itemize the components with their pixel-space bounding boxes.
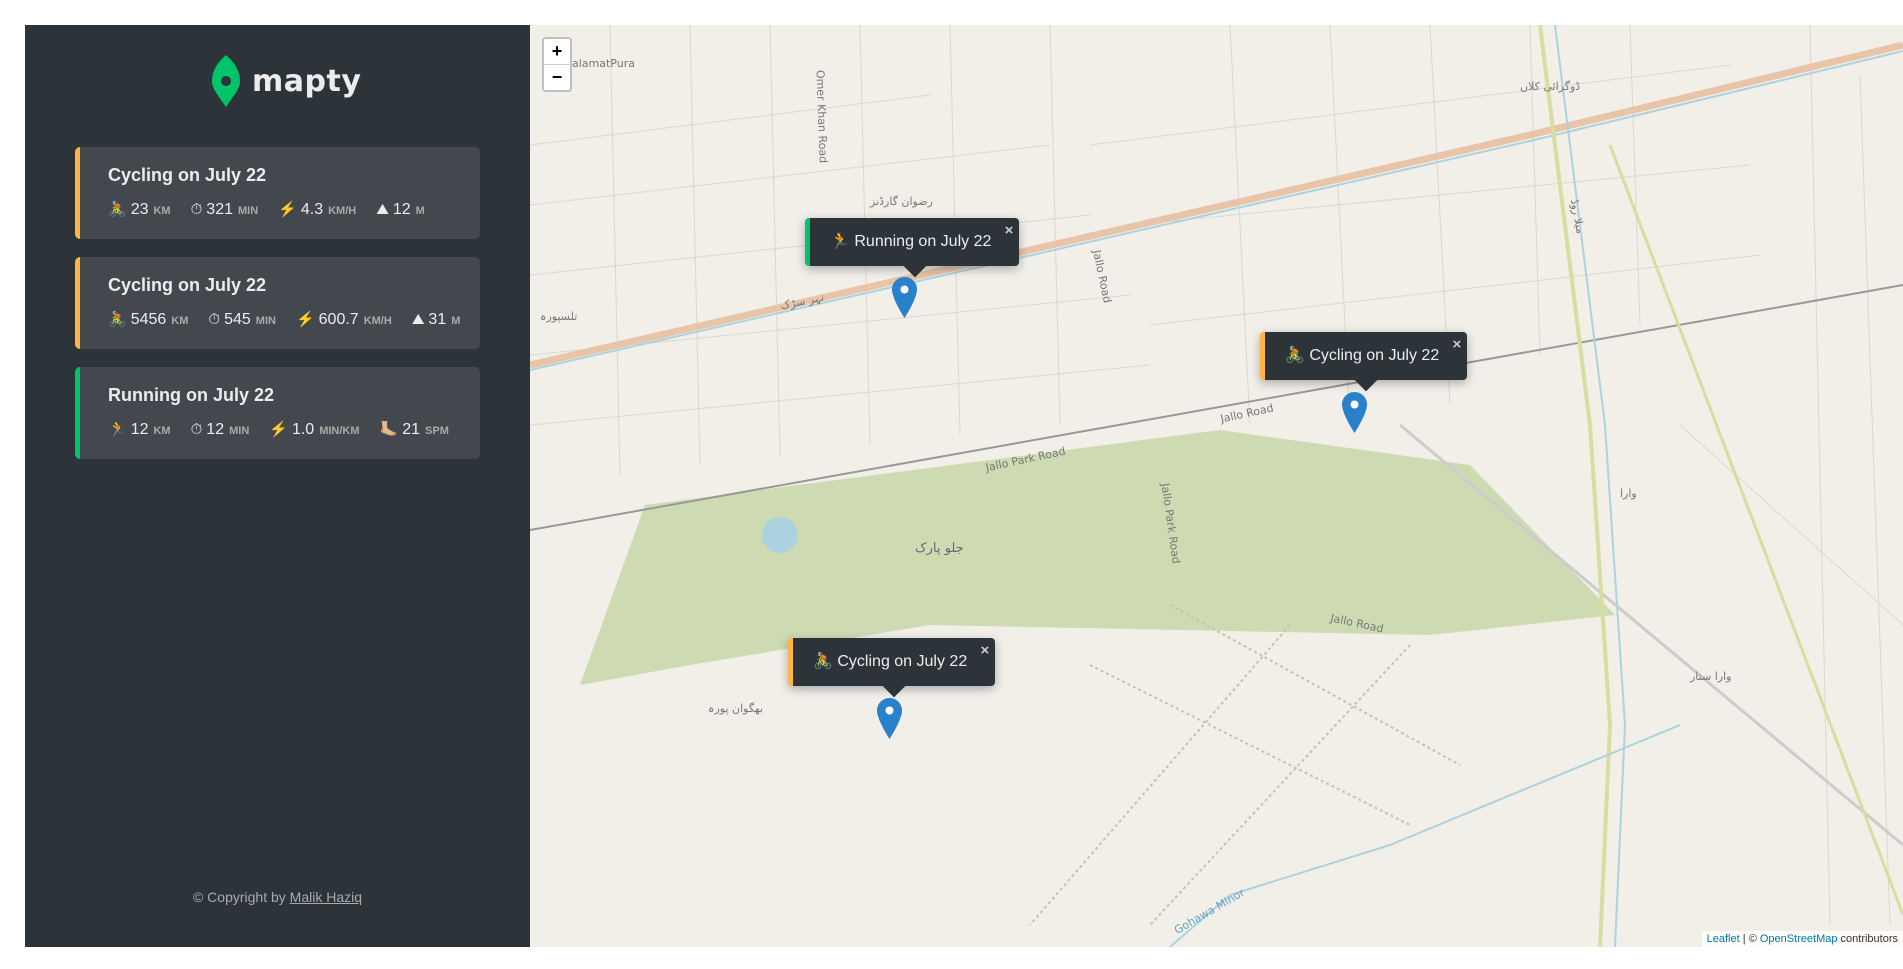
speed-value: 4.3	[300, 201, 324, 218]
map-label: بھگوان پورہ	[708, 702, 764, 715]
popup-label: Cycling on July 22	[837, 653, 968, 670]
map-label: رضوان گارڈنز	[870, 195, 933, 208]
foot-icon: 🦶🏼	[379, 421, 399, 438]
popup-label: Cycling on July 22	[1309, 347, 1440, 364]
elevation-value: 12	[392, 201, 411, 218]
duration-value: 545	[224, 311, 251, 328]
distance-detail: 🚴 5456 km	[108, 310, 188, 329]
duration-detail: ⏱ 321 min	[191, 201, 259, 219]
runner-icon: 🏃	[108, 421, 127, 438]
bike-icon: 🚴	[108, 311, 127, 328]
map-label: تلسپورہ	[540, 310, 578, 323]
pace-unit: min/km	[319, 425, 360, 437]
distance-unit: km	[153, 425, 171, 437]
copyright: © Copyright by Malik Haziq	[25, 889, 530, 905]
map-marker-icon[interactable]	[877, 698, 902, 739]
elevation-detail: ⛰ 31 m	[412, 311, 461, 329]
map-marker-icon[interactable]	[1342, 392, 1367, 433]
map-label: SalamatPura	[565, 57, 635, 70]
cadence-unit: spm	[425, 425, 449, 437]
duration-value: 321	[206, 201, 233, 218]
distance-unit: km	[171, 315, 189, 327]
pace-value: 1.0	[291, 421, 315, 438]
duration-detail: ⏱ 545 min	[208, 311, 276, 329]
runner-icon: 🏃	[830, 233, 850, 250]
distance-value: 23	[130, 201, 149, 218]
workout-title: Cycling on July 22	[108, 275, 267, 295]
cadence-value: 21	[402, 421, 421, 438]
map-label: وارا	[1620, 487, 1637, 500]
app: mapty Cycling on July 22 🚴 23 km ⏱ 321 min ⚡…	[25, 25, 1903, 947]
popup-label: Running on July 22	[854, 233, 992, 250]
workout-details: 🏃 12 km ⏱ 12 min ⚡️ 1.0 min/km 🦶🏼 21 spm	[108, 420, 454, 439]
duration-unit: min	[255, 315, 276, 327]
elevation-unit: m	[451, 315, 461, 327]
popup-close-button[interactable]: ×	[1005, 207, 1014, 255]
author-link[interactable]: Malik Haziq	[290, 889, 362, 905]
zoom-out-button[interactable]: −	[544, 64, 570, 90]
stopwatch-icon: ⏱	[190, 201, 203, 218]
map-marker-icon[interactable]	[892, 277, 917, 318]
mountain-icon: ⛰	[411, 311, 425, 328]
bike-icon: 🚴	[108, 201, 127, 218]
lightning-icon: ⚡️	[295, 311, 315, 328]
logo: mapty	[212, 55, 361, 107]
map-background	[530, 25, 1903, 947]
osm-link[interactable]: OpenStreetMap	[1760, 933, 1838, 945]
workout-details: 🚴 23 km ⏱ 321 min ⚡️ 4.3 km/h ⛰ 12 m	[108, 200, 454, 219]
duration-unit: min	[238, 205, 259, 217]
elevation-value: 31	[428, 311, 447, 328]
speed-value: 600.7	[318, 311, 359, 328]
sidebar: mapty Cycling on July 22 🚴 23 km ⏱ 321 min ⚡…	[25, 25, 530, 947]
bike-icon: 🚴	[1285, 347, 1305, 364]
workout-details: 🚴 5456 km ⏱ 545 min ⚡️ 600.7 km/h ⛰ 31 m	[108, 310, 460, 329]
workout-popup[interactable]: 🚴 Cycling on July 22 ×	[1260, 332, 1468, 392]
workout-title: Cycling on July 22	[108, 165, 267, 185]
map[interactable]: SalamatPura Omer Khan Road رضوان گارڈنز …	[530, 25, 1903, 947]
lightning-icon: ⚡️	[278, 201, 297, 218]
speed-detail: ⚡️ 600.7 km/h	[296, 310, 392, 329]
duration-value: 12	[206, 421, 225, 438]
stopwatch-icon: ⏱	[190, 421, 203, 438]
map-label: ڈوگرائی کلاں	[1520, 80, 1581, 93]
workout-item[interactable]: Cycling on July 22 🚴 23 km ⏱ 321 min ⚡️ 4.3 km…	[75, 147, 480, 239]
logo-text: mapty	[252, 63, 362, 99]
stopwatch-icon: ⏱	[208, 311, 221, 328]
workout-item[interactable]: Running on July 22 🏃 12 km ⏱ 12 min ⚡️ 1.0 min…	[75, 367, 480, 459]
copyright-prefix: © Copyright by	[192, 889, 286, 905]
popup-close-button[interactable]: ×	[1452, 321, 1461, 369]
zoom-in-button[interactable]: +	[544, 39, 570, 64]
map-label: جلو پارک	[915, 541, 964, 556]
duration-detail: ⏱ 12 min	[191, 421, 250, 439]
map-pin-logo-icon	[212, 55, 240, 107]
bike-icon: 🚴	[813, 653, 833, 670]
workout-popup[interactable]: 🏃 Running on July 22 ×	[805, 218, 1020, 278]
duration-unit: min	[229, 425, 250, 437]
zoom-control: + −	[542, 37, 572, 92]
map-attribution: Leaflet | © OpenStreetMap contributors	[1701, 931, 1903, 947]
elevation-unit: m	[415, 205, 425, 217]
distance-value: 5456	[130, 311, 167, 328]
workout-popup[interactable]: 🚴 Cycling on July 22 ×	[788, 638, 996, 698]
popup-close-button[interactable]: ×	[980, 627, 989, 675]
workout-list: Cycling on July 22 🚴 23 km ⏱ 321 min ⚡️ 4.3 km…	[75, 147, 480, 477]
attribution-suffix: contributors	[1837, 933, 1898, 945]
workout-item[interactable]: Cycling on July 22 🚴 5456 km ⏱ 545 min ⚡️ 600…	[75, 257, 480, 349]
distance-detail: 🏃 12 km	[108, 420, 171, 439]
speed-unit: km/h	[328, 205, 357, 217]
distance-detail: 🚴 23 km	[108, 200, 171, 219]
leaflet-link[interactable]: Leaflet	[1707, 933, 1740, 945]
lightning-icon: ⚡️	[269, 421, 288, 438]
elevation-detail: ⛰ 12 m	[376, 201, 425, 219]
workout-title: Running on July 22	[108, 385, 275, 405]
cadence-detail: 🦶🏼 21 spm	[380, 420, 449, 439]
distance-unit: km	[153, 205, 171, 217]
map-label: وارا ستار	[1690, 670, 1732, 683]
mountain-icon: ⛰	[376, 201, 389, 218]
pace-detail: ⚡️ 1.0 min/km	[269, 420, 359, 439]
speed-detail: ⚡️ 4.3 km/h	[278, 200, 356, 219]
speed-unit: km/h	[363, 315, 392, 327]
attribution-separator: | ©	[1739, 933, 1760, 945]
distance-value: 12	[130, 421, 149, 438]
